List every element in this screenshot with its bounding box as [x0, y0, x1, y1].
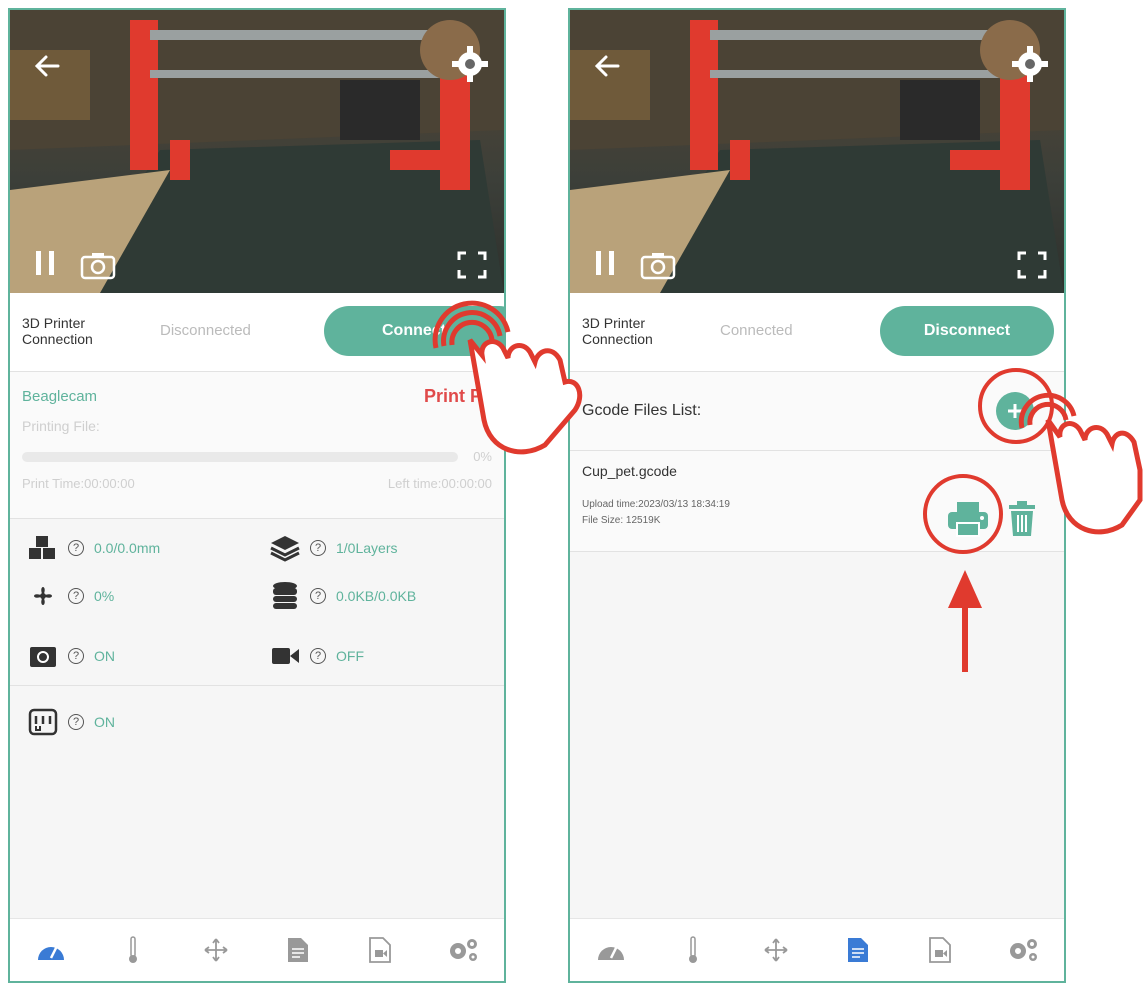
pause-icon[interactable]	[32, 248, 58, 278]
plus-icon	[1008, 404, 1022, 418]
camera-view	[10, 10, 504, 293]
fan-icon	[24, 580, 62, 612]
gear-icon[interactable]	[1010, 44, 1050, 84]
help-icon[interactable]: ?	[310, 648, 326, 664]
file-upload-time: Upload time:2023/03/13 18:34:19	[582, 499, 730, 510]
stat-storage: ? 0.0KB/0.0KB	[266, 580, 416, 612]
phone-left: 3D Printer Connection Disconnected Conne…	[8, 8, 506, 983]
stat-height-value: 0.0/0.0mm	[94, 540, 161, 556]
camera-view	[570, 10, 1064, 293]
connect-button[interactable]: Connect	[324, 306, 504, 356]
settings-icon[interactable]	[1003, 930, 1043, 970]
fullscreen-icon[interactable]	[456, 250, 488, 280]
layers-icon	[266, 532, 304, 564]
stat-camera-switch-value: ON	[94, 648, 115, 664]
gcode-file-item[interactable]: Cup_pet.gcode Upload time:2023/03/13 18:…	[570, 451, 1064, 552]
back-arrow-icon[interactable]	[28, 46, 68, 86]
bottom-nav	[570, 918, 1064, 981]
file-name: Cup_pet.gcode	[582, 463, 677, 479]
left-time: Left time:00:00:00	[387, 476, 492, 491]
thermometer-icon[interactable]	[673, 930, 713, 970]
stat-fan-value: 0%	[94, 588, 115, 604]
connection-status: Connected	[720, 322, 793, 339]
video-file-icon[interactable]	[360, 930, 400, 970]
stat-layers: ? 1/0Layers	[266, 532, 397, 564]
file-size: File Size: 12519K	[582, 515, 661, 526]
move-icon[interactable]	[756, 930, 796, 970]
connection-status: Disconnected	[160, 322, 251, 339]
pause-icon[interactable]	[592, 248, 618, 278]
connection-label: 3D Printer Connection	[582, 315, 653, 347]
connection-row: 3D Printer Connection Connected Disconne…	[570, 293, 1064, 372]
printer-icon	[948, 502, 988, 537]
gcode-files-title: Gcode Files List:	[582, 402, 702, 419]
bottom-nav	[10, 918, 504, 981]
delete-file-button[interactable]	[1002, 495, 1042, 543]
help-icon[interactable]: ?	[68, 540, 84, 556]
connection-label: 3D Printer Connection	[22, 315, 93, 347]
move-icon[interactable]	[196, 930, 236, 970]
stat-camera-switch: ? ON	[24, 640, 115, 672]
stat-height: ? 0.0/0.0mm	[24, 532, 160, 564]
print-status-label: Print PE	[423, 386, 494, 406]
stat-uv: ? ON	[24, 706, 115, 738]
printing-file-label: Printing File:	[22, 418, 100, 434]
settings-icon[interactable]	[443, 930, 483, 970]
print-file-button[interactable]	[940, 495, 996, 543]
print-status-card: Beaglecam Print PE Printing File: 0% Pri…	[10, 372, 504, 519]
add-file-button[interactable]	[996, 392, 1034, 430]
thermometer-icon[interactable]	[113, 930, 153, 970]
back-arrow-icon[interactable]	[588, 46, 628, 86]
fullscreen-icon[interactable]	[1016, 250, 1048, 280]
gear-icon[interactable]	[450, 44, 490, 84]
help-icon[interactable]: ?	[310, 588, 326, 604]
stat-uv-value: ON	[94, 714, 115, 730]
file-list-icon[interactable]	[278, 930, 318, 970]
stat-fan: ? 0%	[24, 580, 114, 612]
help-icon[interactable]: ?	[68, 714, 84, 730]
print-time: Print Time:00:00:00	[22, 476, 135, 491]
connection-row: 3D Printer Connection Disconnected Conne…	[10, 293, 504, 372]
dashboard-icon[interactable]	[31, 930, 71, 970]
phone-right: 3D Printer Connection Connected Disconne…	[568, 8, 1066, 983]
divider	[10, 685, 504, 686]
dashboard-icon[interactable]	[591, 930, 631, 970]
file-list-icon[interactable]	[838, 930, 878, 970]
stat-record-value: OFF	[336, 648, 364, 664]
database-icon	[266, 580, 304, 612]
uv-lamp-icon	[24, 706, 62, 738]
stat-record: ? OFF	[266, 640, 364, 672]
stat-storage-value: 0.0KB/0.0KB	[336, 588, 417, 604]
gcode-files-header: Gcode Files List:	[570, 372, 1064, 451]
progress-percent: 0%	[473, 449, 492, 464]
stat-layers-value: 1/0Layers	[336, 540, 398, 556]
cubes-icon	[24, 532, 62, 564]
camera-icon[interactable]	[640, 250, 676, 280]
camera-folder-icon	[24, 640, 62, 672]
disconnect-button[interactable]: Disconnect	[880, 306, 1054, 356]
camera-name: Beaglecam	[22, 388, 98, 405]
help-icon[interactable]: ?	[68, 588, 84, 604]
video-file-icon[interactable]	[920, 930, 960, 970]
video-camera-icon	[266, 640, 304, 672]
camera-icon[interactable]	[80, 250, 116, 280]
help-icon[interactable]: ?	[310, 540, 326, 556]
progress-bar	[22, 452, 458, 462]
trash-icon	[1009, 501, 1035, 536]
help-icon[interactable]: ?	[68, 648, 84, 664]
